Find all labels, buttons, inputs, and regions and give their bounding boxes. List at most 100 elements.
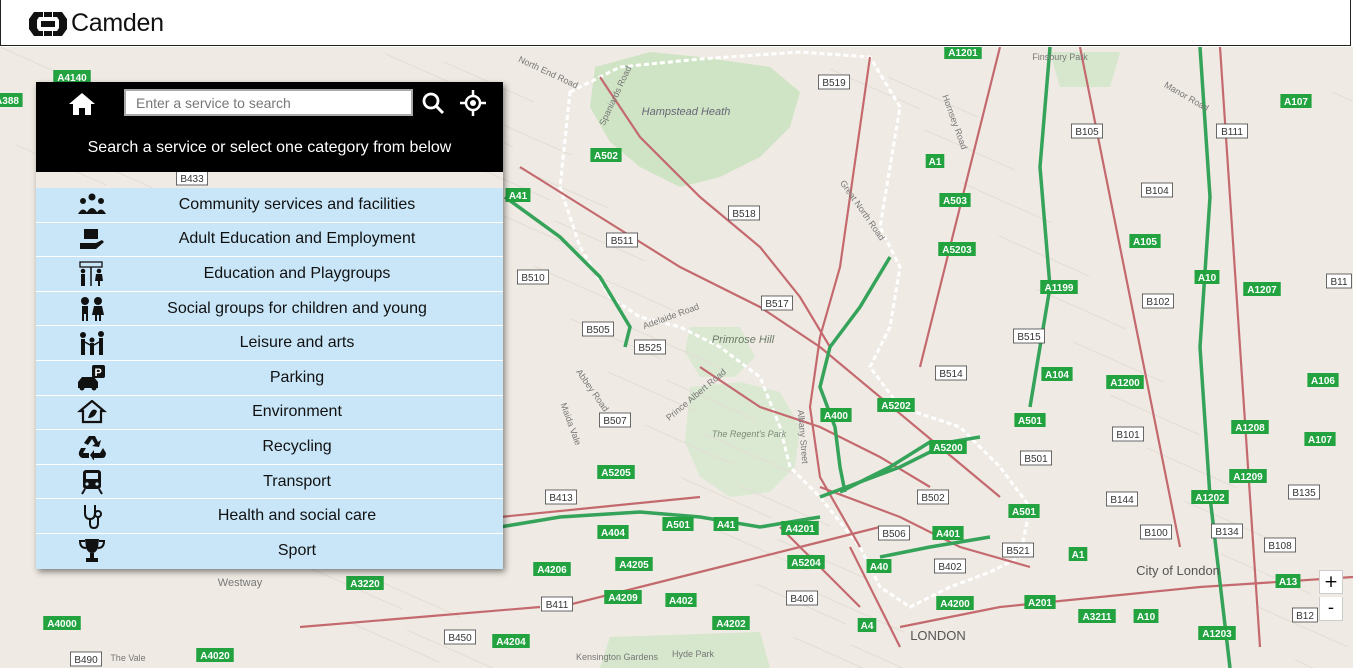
road-label: A388 (0, 93, 23, 107)
svg-text:A4200: A4200 (940, 599, 970, 610)
svg-text:B105: B105 (1075, 127, 1099, 138)
road-label: B514 (935, 365, 968, 381)
home-icon[interactable] (68, 91, 96, 117)
svg-text:B517: B517 (765, 299, 789, 310)
category-transport[interactable]: Transport (36, 465, 503, 500)
search-prompt: Search a service or select one category … (87, 139, 452, 156)
category-adult-education[interactable]: Adult Education and Employment (36, 223, 503, 258)
road-label: A4206 (533, 562, 571, 576)
svg-text:B104: B104 (1145, 186, 1169, 197)
svg-text:B11: B11 (1330, 277, 1347, 288)
svg-text:B100: B100 (1144, 528, 1168, 539)
category-social-groups[interactable]: Social groups for children and young (36, 292, 503, 327)
svg-text:A1: A1 (929, 157, 942, 168)
category-environment[interactable]: Environment (36, 396, 503, 431)
svg-text:A4209: A4209 (608, 593, 638, 604)
svg-text:B12: B12 (1296, 611, 1314, 622)
zoom-out-button[interactable]: - (1319, 597, 1343, 621)
category-education-playgroups[interactable]: Education and Playgroups (36, 257, 503, 292)
svg-text:A5200: A5200 (933, 443, 963, 454)
place-label: Maida Vale (559, 401, 584, 446)
svg-text:A201: A201 (1028, 598, 1052, 609)
svg-text:B134: B134 (1215, 527, 1239, 538)
category-recycling[interactable]: Recycling (36, 430, 503, 465)
road-label: B144 (1106, 491, 1139, 507)
service-finder-panel: Search a service or select one category … (36, 82, 503, 569)
road-label: B521 (1002, 542, 1035, 558)
road-label: B518 (728, 205, 761, 221)
search-icon[interactable] (421, 91, 445, 115)
road-label: A502 (590, 148, 622, 162)
svg-text:B510: B510 (521, 273, 545, 284)
road-label: B111 (1216, 123, 1249, 139)
search-input[interactable] (124, 89, 413, 116)
road-label: A3220 (346, 576, 384, 590)
svg-text:A503: A503 (943, 196, 967, 207)
search-bar: Search a service or select one category … (36, 82, 503, 172)
category-health-social-care[interactable]: Health and social care (36, 499, 503, 534)
category-parking[interactable]: P Parking (36, 361, 503, 396)
category-leisure-arts[interactable]: Leisure and arts (36, 326, 503, 361)
road-label: A106 (1307, 373, 1339, 387)
svg-text:A1209: A1209 (1233, 472, 1263, 483)
svg-text:B525: B525 (638, 343, 662, 354)
svg-text:A501: A501 (666, 520, 690, 531)
road-label: A503 (939, 193, 971, 207)
zoom-in-button[interactable]: + (1319, 570, 1343, 594)
road-label: A1209 (1229, 469, 1267, 483)
svg-text:A404: A404 (601, 528, 625, 539)
road-label: A1201 (944, 47, 982, 59)
svg-text:B501: B501 (1024, 454, 1048, 465)
svg-text:A4202: A4202 (716, 619, 746, 630)
svg-text:A501: A501 (1012, 507, 1036, 518)
svg-text:A1200: A1200 (1110, 378, 1140, 389)
road-label: B108 (1264, 537, 1297, 553)
recycling-icon (78, 436, 106, 461)
svg-text:P: P (95, 367, 102, 379)
category-sport[interactable]: Sport (36, 534, 503, 569)
svg-text:B101: B101 (1116, 430, 1140, 441)
svg-text:A5204: A5204 (791, 558, 821, 569)
road-label: B505 (582, 321, 615, 337)
svg-text:A40: A40 (870, 562, 889, 573)
road-label: A41 (505, 188, 531, 202)
svg-text:A5205: A5205 (601, 468, 631, 479)
svg-text:B511: B511 (611, 236, 634, 247)
road-label: A4205 (615, 557, 653, 571)
road-label: A107 (1280, 94, 1312, 108)
road-label: A3211 (1078, 609, 1116, 623)
road-label: A4201 (781, 521, 819, 535)
svg-text:A107: A107 (1284, 97, 1308, 108)
children-icon (81, 296, 104, 321)
svg-text:A41: A41 (717, 520, 736, 531)
family-icon (80, 331, 104, 356)
svg-text:B506: B506 (882, 529, 906, 540)
category-community-services[interactable]: Community services and facilities (36, 188, 503, 223)
parking-icon: P (78, 364, 105, 391)
svg-text:A5202: A5202 (881, 401, 911, 412)
svg-text:B402: B402 (938, 562, 962, 573)
road-label: A5203 (938, 242, 976, 256)
brand-name: Camden (71, 9, 164, 37)
svg-text:B144: B144 (1110, 495, 1134, 506)
road-label: A4204 (492, 634, 530, 648)
camden-logo[interactable]: Camden (29, 9, 164, 38)
locate-me-icon[interactable] (460, 90, 486, 116)
svg-text:A4020: A4020 (200, 651, 230, 662)
road-label: A404 (597, 525, 629, 539)
road-label: A4209 (604, 590, 642, 604)
svg-text:A1201: A1201 (948, 48, 978, 59)
trophy-icon (78, 538, 106, 562)
road-label: A1208 (1231, 420, 1269, 434)
svg-text:A402: A402 (669, 596, 693, 607)
road-label: A1199 (1040, 280, 1078, 294)
road-label: A41 (713, 517, 739, 531)
school-children-icon (79, 261, 103, 287)
svg-text:A400: A400 (824, 411, 848, 422)
stethoscope-icon (84, 505, 102, 530)
place-label: Finsbury Park (1032, 52, 1088, 62)
svg-text:A4201: A4201 (785, 524, 815, 535)
road-label: B525 (634, 339, 667, 355)
road-label: B101 (1112, 426, 1145, 442)
svg-text:B507: B507 (603, 416, 627, 427)
